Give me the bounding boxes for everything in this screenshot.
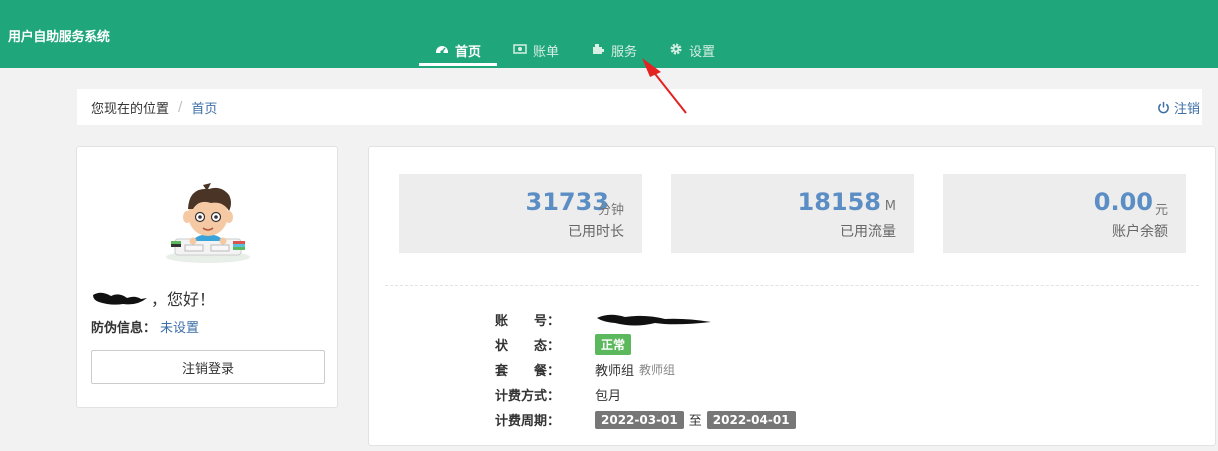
- stat-value: 31733: [525, 188, 610, 216]
- stat-label: 已用时长: [568, 224, 624, 240]
- dashboard-icon: [436, 46, 448, 54]
- status-label: 状 态：: [495, 339, 561, 354]
- stat-label: 账户余额: [1112, 224, 1168, 240]
- logout-label: 注销: [1173, 102, 1200, 117]
- stat-unit: 分钟: [597, 203, 624, 218]
- stat-unit: M: [884, 199, 896, 214]
- breadcrumb-label: 您现在的位置: [91, 101, 170, 117]
- account-row: 账 号：: [495, 307, 796, 332]
- status-row: 状 态： 正常: [495, 332, 796, 357]
- nav-item-bill[interactable]: 账单: [497, 32, 575, 68]
- plan-label: 套 餐：: [495, 364, 561, 379]
- period-end-badge: 2022-04-01: [706, 410, 796, 429]
- stat-unit: 元: [1154, 203, 1168, 218]
- breadcrumb-separator: /: [178, 99, 183, 115]
- app-title: 用户自助服务系统: [8, 30, 110, 45]
- main-nav: 首页 账单 服务 设置: [419, 32, 731, 68]
- period-start-badge: 2022-03-01: [595, 410, 684, 429]
- account-label: 账 号：: [495, 314, 561, 329]
- stat-used-traffic: 18158 M 已用流量: [671, 174, 914, 253]
- stat-used-time: 31733 分钟 已用时长: [399, 174, 642, 253]
- billing-value: 包月: [595, 389, 622, 404]
- anti-label: 防伪信息：: [91, 321, 157, 336]
- greeting: ，您好！: [91, 286, 215, 310]
- breadcrumb: 您现在的位置 / 首页 注销: [77, 89, 1202, 125]
- puzzle-icon: [593, 44, 605, 54]
- anti-value[interactable]: 未设置: [160, 321, 199, 336]
- period-label: 计费周期：: [495, 414, 561, 429]
- anti-counterfeit-info: 防伪信息： 未设置: [91, 317, 199, 336]
- period-separator: 至: [688, 414, 702, 429]
- profile-card: ，您好！ 防伪信息： 未设置 注销登录: [76, 146, 338, 408]
- gear-icon: [670, 43, 682, 55]
- logout-link[interactable]: 注销: [1157, 98, 1200, 117]
- redacted-username: [93, 292, 147, 305]
- account-info: 账 号： 状 态： 正常 套 餐： 教师组 教师组 计费方式： 包月 计费周期： …: [495, 307, 796, 432]
- plan-row: 套 餐： 教师组 教师组: [495, 357, 796, 382]
- period-row: 计费周期： 2022-03-01 至 2022-04-01: [495, 407, 796, 432]
- nav-label: 服务: [611, 45, 638, 60]
- nav-label: 首页: [455, 45, 482, 60]
- nav-label: 设置: [689, 45, 716, 60]
- stat-balance: 0.00 元 账户余额: [943, 174, 1186, 253]
- top-bar: 用户自助服务系统 首页 账单 服务 设置: [0, 0, 1218, 68]
- power-icon: [1158, 101, 1169, 114]
- avatar: [166, 183, 250, 263]
- nav-item-service[interactable]: 服务: [575, 32, 653, 68]
- greeting-text: ，您好！: [151, 290, 216, 309]
- account-panel: 31733 分钟 已用时长 18158 M 已用流量 0.00 元 账户余额 账…: [368, 146, 1216, 446]
- nav-item-home[interactable]: 首页: [419, 32, 498, 68]
- money-icon: [513, 44, 527, 54]
- divider: [385, 285, 1199, 286]
- stat-value: 0.00: [1093, 188, 1153, 216]
- redacted-account: [597, 314, 711, 325]
- logout-button[interactable]: 注销登录: [91, 350, 325, 384]
- stat-value: 18158: [797, 188, 882, 216]
- breadcrumb-current[interactable]: 首页: [191, 98, 217, 117]
- plan-sub: 教师组: [639, 363, 676, 377]
- nav-label: 账单: [533, 45, 560, 60]
- billing-row: 计费方式： 包月: [495, 382, 796, 407]
- billing-label: 计费方式：: [495, 389, 561, 404]
- stat-label: 已用流量: [840, 224, 896, 240]
- plan-value: 教师组: [595, 364, 635, 379]
- nav-item-settings[interactable]: 设置: [653, 32, 731, 68]
- status-badge: 正常: [595, 334, 632, 355]
